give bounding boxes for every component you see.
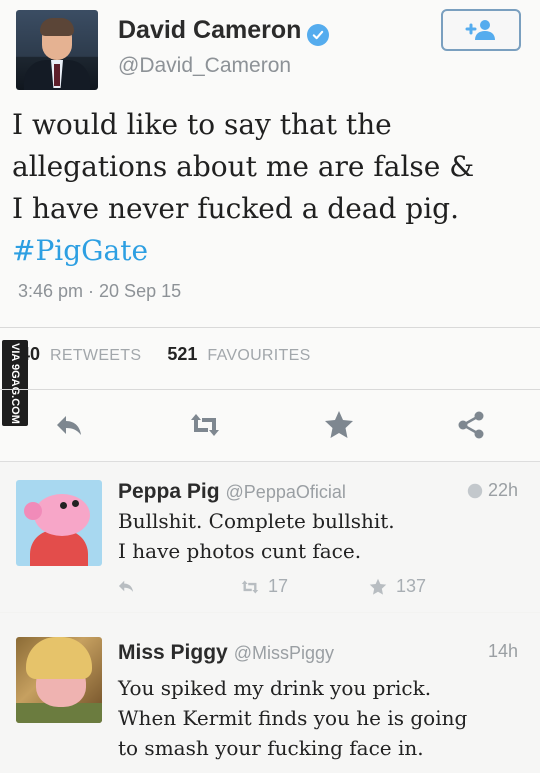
reply-timestamp[interactable]: 22h bbox=[466, 480, 518, 501]
reply-text: You spiked my drink you prick. When Kerm… bbox=[118, 673, 467, 763]
author-avatar[interactable] bbox=[16, 10, 98, 90]
tweet-actions bbox=[0, 406, 540, 446]
globe-icon bbox=[467, 483, 483, 498]
tweet-text: I would like to say that the allegations… bbox=[12, 104, 522, 272]
retweet-icon bbox=[241, 580, 259, 593]
reply-text-line: Bullshit. Complete bullshit. bbox=[118, 509, 395, 533]
reply-author-handle[interactable]: @MissPiggy bbox=[234, 643, 334, 663]
reply-author-handle[interactable]: @PeppaOficial bbox=[226, 482, 346, 502]
reply-author-name[interactable]: Miss Piggy bbox=[118, 641, 228, 664]
reply-icon[interactable] bbox=[50, 406, 88, 444]
favorite-icon[interactable] bbox=[320, 406, 358, 444]
follow-button[interactable] bbox=[441, 9, 521, 51]
reply-text: Bullshit. Complete bullshit. I have phot… bbox=[118, 506, 395, 566]
tweet-timestamp[interactable]: 3:46 pm · 20 Sep 15 bbox=[18, 281, 181, 302]
hashtag-link[interactable]: #PigGate bbox=[12, 230, 522, 272]
favorite-icon bbox=[369, 578, 387, 595]
share-icon[interactable] bbox=[452, 406, 490, 444]
reply-avatar[interactable] bbox=[16, 480, 102, 566]
main-tweet: David Cameron @David_Cameron I would lik… bbox=[0, 0, 540, 461]
reply-actions: 17 137 bbox=[0, 576, 540, 602]
tweet-text-line: allegations about me are false & bbox=[12, 150, 475, 183]
reply-time-text: 14h bbox=[487, 641, 518, 661]
favorite-action[interactable]: 137 bbox=[368, 576, 426, 597]
favourites-count[interactable]: 521 bbox=[167, 344, 197, 365]
author-name[interactable]: David Cameron bbox=[118, 16, 301, 45]
reply-tweet[interactable]: Peppa Pig @PeppaOficial 22h Bullshit. Com… bbox=[0, 462, 540, 612]
favourites-label[interactable]: FAVOURITES bbox=[207, 347, 310, 365]
tweet-text-line: I would like to say that the bbox=[12, 108, 392, 141]
reply-text-line: I have photos cunt face. bbox=[118, 539, 362, 563]
reply-text-line: You spiked my drink you prick. bbox=[118, 676, 432, 700]
reply-avatar[interactable] bbox=[16, 637, 102, 723]
retweets-label[interactable]: RETWEETS bbox=[50, 347, 141, 365]
retweet-icon[interactable] bbox=[186, 406, 224, 444]
reply-author[interactable]: Peppa Pig @PeppaOficial bbox=[118, 480, 346, 504]
add-user-icon bbox=[465, 20, 495, 40]
author-handle[interactable]: @David_Cameron bbox=[118, 54, 291, 78]
reply-icon[interactable] bbox=[116, 576, 136, 596]
reply-text-line: to smash your fucking face in. bbox=[118, 736, 424, 760]
divider bbox=[0, 327, 540, 328]
tweet-text-line: I have never fucked a dead pig. bbox=[12, 192, 460, 225]
reply-author-name[interactable]: Peppa Pig bbox=[118, 480, 220, 503]
tweet-stats: 40 RETWEETS 521 FAVOURITES bbox=[20, 344, 311, 365]
reply-author[interactable]: Miss Piggy @MissPiggy bbox=[118, 641, 334, 665]
retweet-action[interactable]: 17 bbox=[240, 576, 288, 597]
reply-text-line: When Kermit finds you he is going bbox=[118, 706, 468, 730]
verified-badge-icon bbox=[307, 24, 329, 46]
divider bbox=[0, 389, 540, 390]
reply-favourites-count: 137 bbox=[396, 576, 427, 596]
reply-time-text: 22h bbox=[487, 480, 518, 500]
reply-timestamp[interactable]: 14h bbox=[488, 641, 518, 662]
reply-tweet[interactable]: Miss Piggy @MissPiggy 14h You spiked my d… bbox=[0, 613, 540, 773]
reply-retweets-count: 17 bbox=[268, 576, 289, 596]
